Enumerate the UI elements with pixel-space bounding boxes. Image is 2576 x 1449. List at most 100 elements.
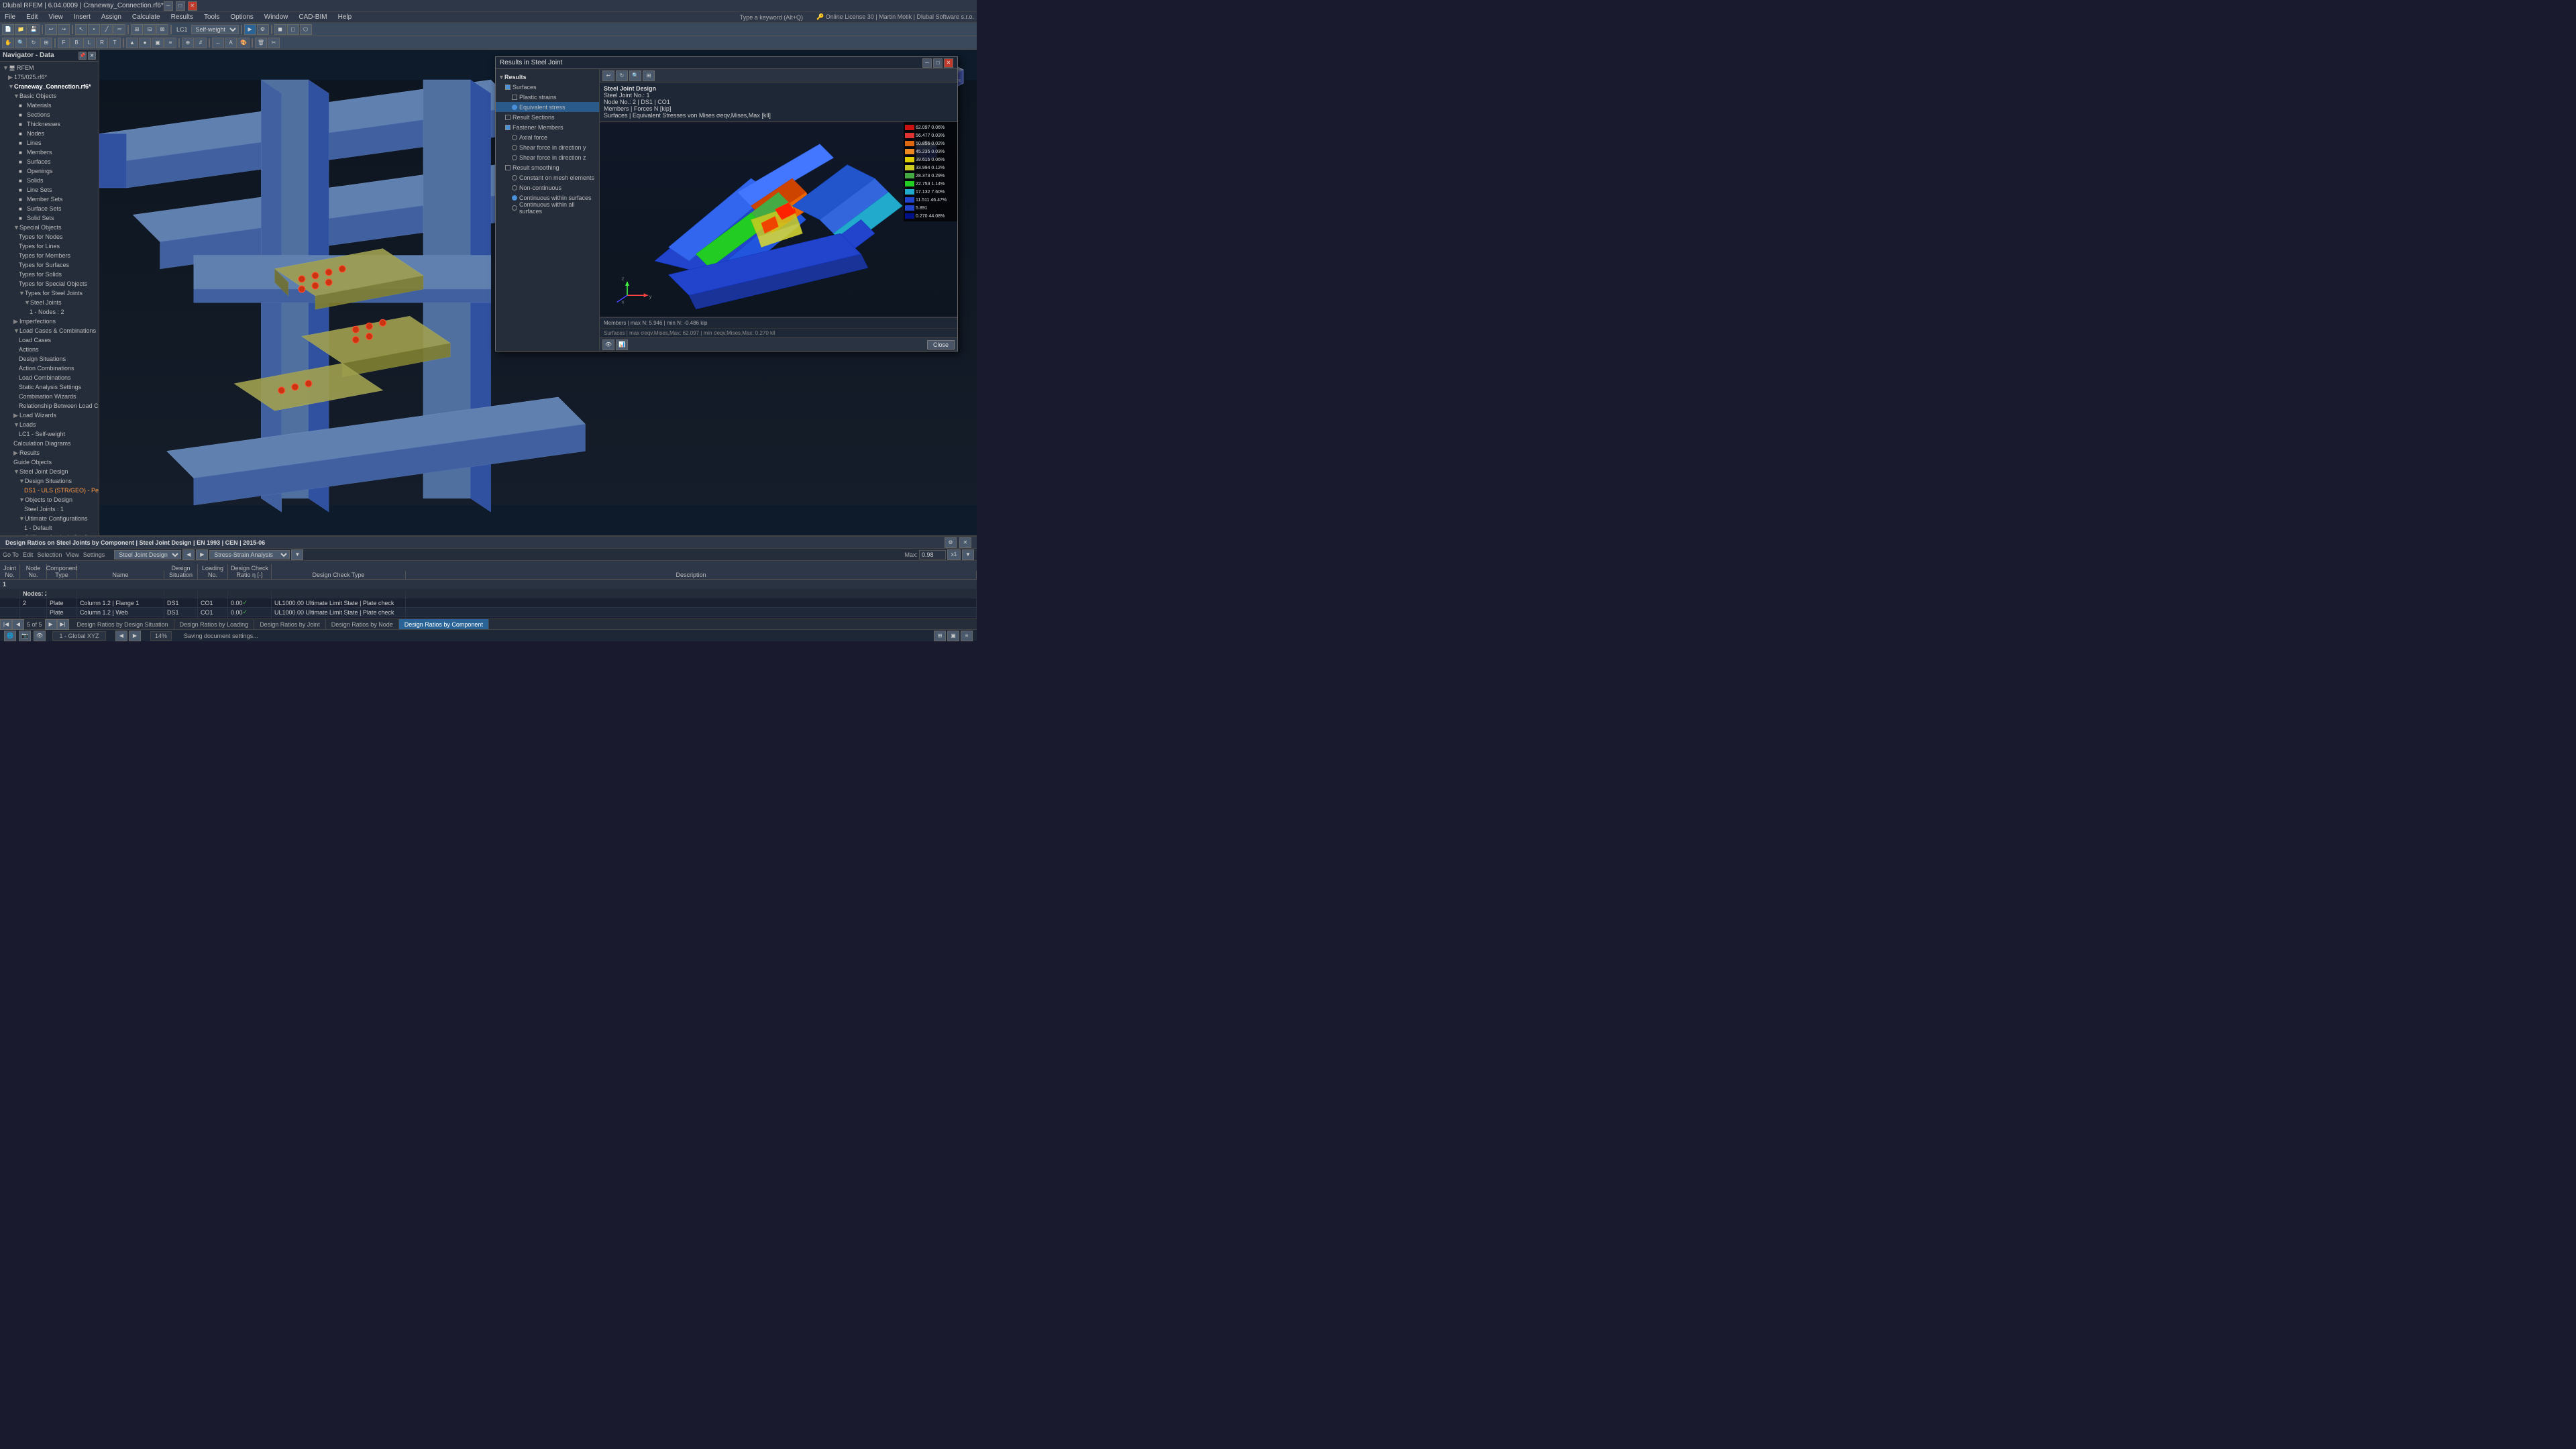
save-btn[interactable]: 💾	[28, 24, 40, 35]
render-btn2[interactable]: ◻	[287, 24, 299, 35]
nav-steel-joints-1[interactable]: Steel Joints : 1	[0, 504, 99, 514]
scale-select[interactable]: x1	[947, 549, 961, 560]
redo-btn[interactable]: ↪	[58, 24, 70, 35]
color-btn[interactable]: 🎨	[237, 38, 250, 48]
nav-ult-default[interactable]: 1 - Default	[0, 523, 99, 533]
status-globe-btn[interactable]: 🌐	[4, 631, 16, 641]
open-btn[interactable]: 📁	[15, 24, 27, 35]
nav-sections[interactable]: ■Sections	[0, 110, 99, 119]
rotate-btn[interactable]: ↻	[28, 38, 40, 48]
analysis-select[interactable]: Stress-Strain Analysis	[209, 550, 290, 559]
fit-btn[interactable]: ⊞	[40, 38, 52, 48]
nav-design-sit[interactable]: Design Situations	[0, 354, 99, 364]
status-view-btn3[interactable]: ≡	[961, 631, 973, 641]
nav-rfem[interactable]: ▼ 🖥 RFEM	[0, 63, 99, 72]
table-row[interactable]: Nodes: 2	[0, 589, 977, 598]
nav-types-solids[interactable]: Types for Solids	[0, 270, 99, 279]
analysis-btn[interactable]: ▼	[291, 549, 303, 560]
menu-edit[interactable]: Edit	[24, 13, 40, 21]
table-row[interactable]: 1	[0, 580, 977, 589]
tab-left-btn[interactable]: ◀	[12, 619, 24, 630]
node-btn[interactable]: •	[88, 24, 100, 35]
results-cont-all[interactable]: Continuous within all surfaces	[496, 203, 599, 213]
nav-results[interactable]: ▶Results	[0, 448, 99, 458]
nav-stiff-configs[interactable]: ▼Stiffness Analysis Configurations	[0, 533, 99, 535]
nav-materials[interactable]: ■Materials	[0, 101, 99, 110]
bottom-close-btn[interactable]: ✕	[959, 537, 971, 548]
results-noncont[interactable]: Non-continuous	[496, 182, 599, 193]
nav-types-steel[interactable]: ▼Types for Steel Joints	[0, 288, 99, 298]
render-btn1[interactable]: ◼	[274, 24, 286, 35]
max-input[interactable]	[919, 550, 946, 559]
render-btn3[interactable]: ⬡	[300, 24, 312, 35]
view-btn2[interactable]: ⊟	[144, 24, 156, 35]
nav-types-special[interactable]: Types for Special Objects	[0, 279, 99, 288]
nav-load-comb[interactable]: Load Combinations	[0, 373, 99, 382]
view-back[interactable]: B	[70, 38, 83, 48]
tab-next-btn[interactable]: ▶|	[57, 619, 69, 630]
lc-select[interactable]: Self-weight	[191, 25, 239, 34]
nav-special[interactable]: ▼Special Objects	[0, 223, 99, 232]
status-cam-btn[interactable]: 📷	[19, 631, 31, 641]
view-left[interactable]: L	[83, 38, 95, 48]
nav-steel-design[interactable]: ▼Steel Joint Design	[0, 467, 99, 476]
nav-calc-diag[interactable]: Calculation Diagrams	[0, 439, 99, 448]
nav-design-situations[interactable]: ▼Design Situations	[0, 476, 99, 486]
results-viewport[interactable]: x y z	[600, 122, 957, 317]
menu-file[interactable]: File	[3, 13, 17, 21]
menu-help[interactable]: Help	[336, 13, 354, 21]
scissor-btn[interactable]: ✂	[268, 38, 280, 48]
plastic-checkbox[interactable]	[512, 95, 517, 100]
nav-lc1[interactable]: LC1 - Self-weight	[0, 429, 99, 439]
status-view-btn2[interactable]: ▣	[947, 631, 959, 641]
nav-surfacesets[interactable]: ■Surface Sets	[0, 204, 99, 213]
results-surfaces[interactable]: Surfaces	[496, 82, 599, 92]
dim-btn[interactable]: ↔	[212, 38, 224, 48]
nav-actions[interactable]: Actions	[0, 345, 99, 354]
tab-by-node[interactable]: Design Ratios by Node	[326, 619, 399, 629]
res-view-btn2[interactable]: 📊	[616, 339, 628, 350]
results-axial[interactable]: Axial force	[496, 132, 599, 142]
view-btn3[interactable]: ⊠	[156, 24, 168, 35]
display-btn2[interactable]: ●	[139, 38, 151, 48]
nav-steel-joints[interactable]: ▼Steel Joints	[0, 298, 99, 307]
pan-btn[interactable]: ✋	[2, 38, 14, 48]
view-btn1[interactable]: ⊞	[131, 24, 143, 35]
contall-radio[interactable]	[512, 205, 517, 211]
tab-by-loading[interactable]: Design Ratios by Loading	[174, 619, 255, 629]
nav-ult-configs[interactable]: ▼Ultimate Configurations	[0, 514, 99, 523]
nav-loads[interactable]: ▼Loads	[0, 420, 99, 429]
menu-assign[interactable]: Assign	[99, 13, 123, 21]
nav-loadcases[interactable]: ▼Load Cases & Combinations	[0, 326, 99, 335]
nav-load-wizards[interactable]: ▶Load Wizards	[0, 411, 99, 420]
bottom-settings-btn[interactable]: ⚙	[945, 537, 957, 548]
nav-types-members[interactable]: Types for Members	[0, 251, 99, 260]
run-btn[interactable]: ▶	[244, 24, 256, 35]
display-btn4[interactable]: ≡	[164, 38, 176, 48]
results-minimize-btn[interactable]: ─	[922, 58, 932, 68]
calc-btn[interactable]: ⚙	[257, 24, 269, 35]
menu-view[interactable]: View	[46, 13, 65, 21]
res-view-btn1[interactable]: 👁	[602, 339, 614, 350]
menu-options[interactable]: Options	[228, 13, 255, 21]
line-btn[interactable]: ╱	[101, 24, 113, 35]
results-maximize-btn[interactable]: □	[933, 58, 943, 68]
display-btn3[interactable]: ▣	[152, 38, 164, 48]
results-close-btn[interactable]: ✕	[944, 58, 953, 68]
res-tb-btn2[interactable]: ↻	[616, 70, 628, 81]
nav-comb-wizards[interactable]: Combination Wizards	[0, 392, 99, 401]
constant-radio[interactable]	[512, 175, 517, 180]
nav-members[interactable]: ■Members	[0, 148, 99, 157]
snap-btn[interactable]: ⊕	[182, 38, 194, 48]
noncont-radio[interactable]	[512, 185, 517, 191]
label-btn[interactable]: A	[225, 38, 237, 48]
nav-membersets[interactable]: ■Member Sets	[0, 195, 99, 204]
nav-craneway[interactable]: ▼ Craneway_Connection.rf6*	[0, 82, 99, 91]
status-left-btn[interactable]: ◀	[115, 631, 127, 641]
axial-radio[interactable]	[512, 135, 517, 140]
prev-btn[interactable]: ◀	[182, 549, 195, 560]
sections-checkbox[interactable]	[505, 115, 511, 120]
menu-tools[interactable]: Tools	[202, 13, 221, 21]
nav-steel-joint-1[interactable]: 1 - Nodes : 2	[0, 307, 99, 317]
table-row[interactable]: 2 Plate Column 1.2 | Flange 1 DS1 CO1 0.…	[0, 598, 977, 608]
